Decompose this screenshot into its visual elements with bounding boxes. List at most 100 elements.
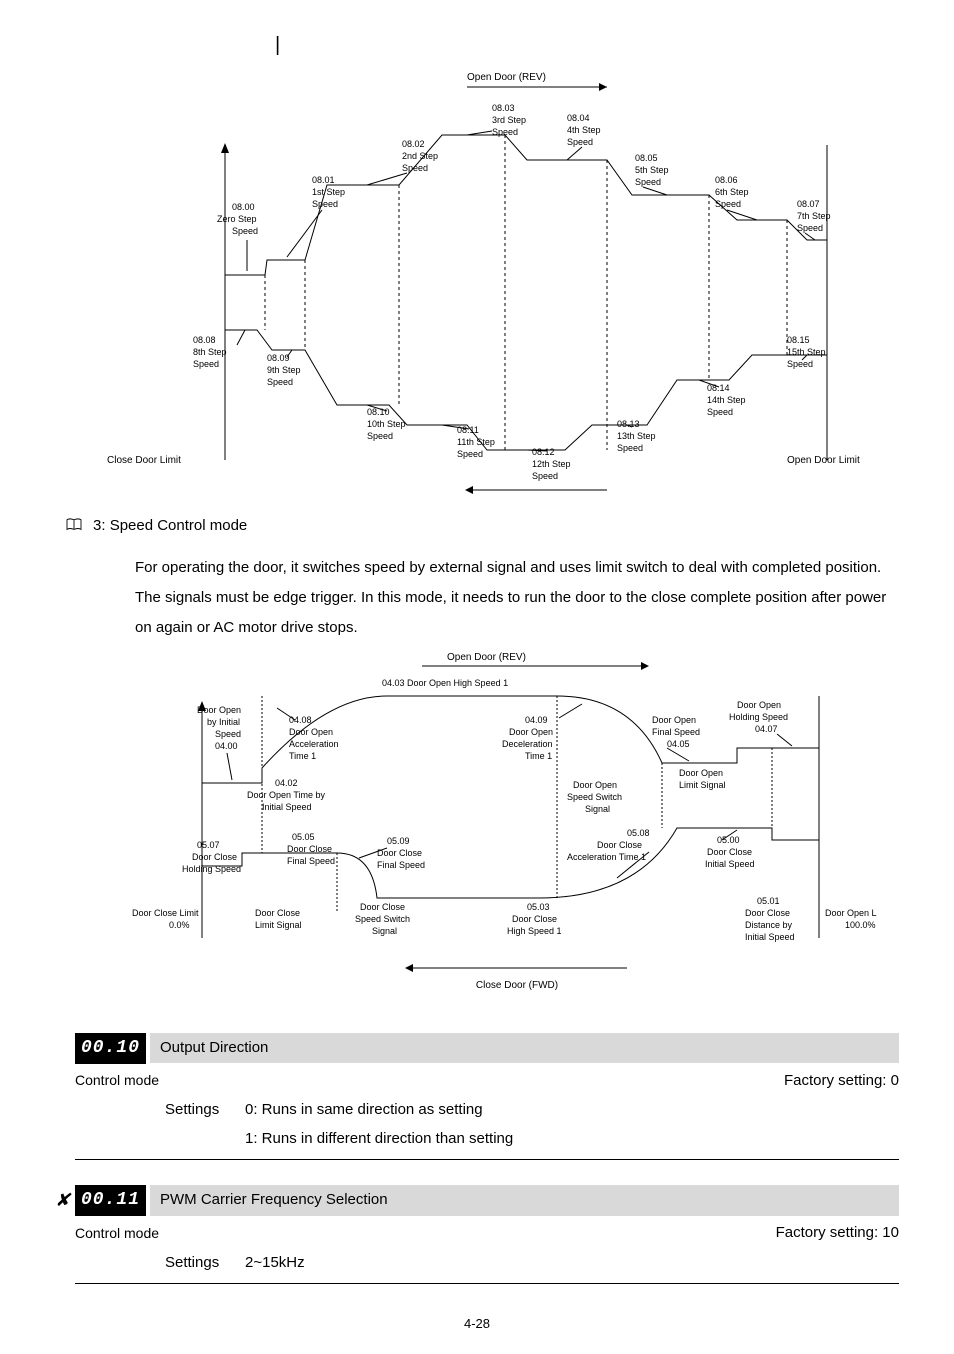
svg-text:Door Open Limit: Door Open Limit bbox=[825, 908, 877, 918]
svg-text:Door Close: Door Close bbox=[360, 902, 405, 912]
svg-text:5th Step: 5th Step bbox=[635, 165, 669, 175]
svg-text:3rd Step: 3rd Step bbox=[492, 115, 526, 125]
svg-text:08.03: 08.03 bbox=[492, 103, 515, 113]
svg-text:08.02: 08.02 bbox=[402, 139, 425, 149]
param-title: Output Direction bbox=[150, 1033, 899, 1064]
svg-text:08.06: 08.06 bbox=[715, 175, 738, 185]
svg-text:Final Speed: Final Speed bbox=[652, 727, 700, 737]
svg-text:2nd Step: 2nd Step bbox=[402, 151, 438, 161]
edit-mark-icon: ✘ bbox=[55, 1187, 69, 1214]
svg-text:Door Close: Door Close bbox=[287, 844, 332, 854]
svg-text:12th Step: 12th Step bbox=[532, 459, 571, 469]
svg-text:Door Open: Door Open bbox=[679, 768, 723, 778]
book-icon bbox=[65, 518, 83, 532]
svg-text:04.02: 04.02 bbox=[275, 778, 298, 788]
svg-text:Speed: Speed bbox=[797, 223, 823, 233]
svg-text:0.0%: 0.0% bbox=[169, 920, 190, 930]
svg-text:Speed: Speed bbox=[492, 127, 518, 137]
svg-text:Speed: Speed bbox=[635, 177, 661, 187]
svg-text:08.11: 08.11 bbox=[457, 425, 479, 435]
svg-text:Close Door (FWD): Close Door (FWD) bbox=[476, 980, 558, 991]
factory-setting: Factory setting: 0 bbox=[784, 1070, 899, 1093]
svg-text:05.09: 05.09 bbox=[387, 836, 410, 846]
svg-text:High Speed 1: High Speed 1 bbox=[507, 926, 562, 936]
svg-text:05.01: 05.01 bbox=[757, 896, 780, 906]
svg-text:04.03 Door Open High Speed 1: 04.03 Door Open High Speed 1 bbox=[382, 678, 508, 688]
svg-text:Speed: Speed bbox=[457, 449, 483, 459]
svg-text:Initial Speed: Initial Speed bbox=[745, 932, 795, 942]
svg-text:08.01: 08.01 bbox=[312, 175, 335, 185]
svg-text:9th Step: 9th Step bbox=[267, 365, 301, 375]
svg-text:Door Close: Door Close bbox=[745, 908, 790, 918]
param-code: 00.11 bbox=[75, 1185, 146, 1216]
svg-text:05.07: 05.07 bbox=[197, 840, 220, 850]
svg-text:08.12: 08.12 bbox=[532, 447, 555, 457]
svg-text:Acceleration Time 1: Acceleration Time 1 bbox=[567, 852, 646, 862]
svg-text:Door Close: Door Close bbox=[707, 847, 752, 857]
svg-text:8th Step: 8th Step bbox=[193, 347, 227, 357]
svg-text:Final Speed: Final Speed bbox=[287, 856, 335, 866]
svg-text:Time 1: Time 1 bbox=[525, 751, 552, 761]
svg-text:Speed Switch: Speed Switch bbox=[355, 914, 410, 924]
svg-text:08.08: 08.08 bbox=[193, 335, 216, 345]
svg-text:10th Step: 10th Step bbox=[367, 419, 406, 429]
svg-text:Zero Step: Zero Step bbox=[217, 214, 257, 224]
svg-text:Door Open: Door Open bbox=[509, 727, 553, 737]
control-mode-label: Control mode bbox=[75, 1223, 159, 1244]
svg-text:Signal: Signal bbox=[372, 926, 397, 936]
svg-text:08.07: 08.07 bbox=[797, 199, 820, 209]
svg-text:Initial Speed: Initial Speed bbox=[705, 859, 755, 869]
svg-text:Speed: Speed bbox=[402, 163, 428, 173]
svg-text:Speed: Speed bbox=[367, 431, 393, 441]
svg-text:Speed: Speed bbox=[232, 226, 258, 236]
svg-text:Speed: Speed bbox=[617, 443, 643, 453]
svg-text:Holding Speed: Holding Speed bbox=[182, 864, 241, 874]
svg-text:Door Open Time by: Door Open Time by bbox=[247, 790, 326, 800]
svg-text:08.05: 08.05 bbox=[635, 153, 658, 163]
svg-text:Door Open: Door Open bbox=[737, 700, 781, 710]
svg-text:100.0%: 100.0% bbox=[845, 920, 876, 930]
svg-text:Speed: Speed bbox=[312, 199, 338, 209]
svg-text:Door Open: Door Open bbox=[573, 780, 617, 790]
svg-text:Initial Speed: Initial Speed bbox=[262, 802, 312, 812]
svg-text:Door Open: Door Open bbox=[652, 715, 696, 725]
svg-text:Door Close: Door Close bbox=[192, 852, 237, 862]
svg-text:Door Open: Door Open bbox=[289, 727, 333, 737]
svg-text:Acceleration: Acceleration bbox=[289, 739, 339, 749]
svg-text:Speed: Speed bbox=[215, 729, 241, 739]
svg-text:Open Door (REV): Open Door (REV) bbox=[447, 652, 526, 663]
svg-text:11th Step: 11th Step bbox=[457, 437, 495, 447]
open-door-rev-label: Open Door (REV) bbox=[467, 72, 546, 83]
control-mode-label: Control mode bbox=[75, 1070, 159, 1091]
setting-option: 1: Runs in different direction than sett… bbox=[245, 1128, 899, 1151]
svg-text:08.09: 08.09 bbox=[267, 353, 290, 363]
svg-text:Speed: Speed bbox=[715, 199, 741, 209]
svg-text:Speed: Speed bbox=[787, 359, 813, 369]
svg-text:Limit Signal: Limit Signal bbox=[255, 920, 302, 930]
svg-text:04.00: 04.00 bbox=[215, 741, 238, 751]
svg-text:Time 1: Time 1 bbox=[289, 751, 316, 761]
top-mark: | bbox=[275, 30, 899, 60]
diagram-speed-control: Open Door (REV) 04.03 Door Open High Spe… bbox=[55, 648, 899, 1008]
svg-text:04.09: 04.09 bbox=[525, 715, 548, 725]
svg-text:Signal: Signal bbox=[585, 804, 610, 814]
svg-text:13th Step: 13th Step bbox=[617, 431, 656, 441]
svg-text:05.05: 05.05 bbox=[292, 832, 315, 842]
setting-option: 2~15kHz bbox=[245, 1252, 899, 1275]
svg-text:Door Close: Door Close bbox=[512, 914, 557, 924]
svg-text:08.15: 08.15 bbox=[787, 335, 810, 345]
note-description: For operating the door, it switches spee… bbox=[135, 553, 899, 643]
settings-label: Settings bbox=[165, 1252, 245, 1275]
svg-text:08.04: 08.04 bbox=[567, 113, 590, 123]
page-number: 4-28 bbox=[55, 1314, 899, 1334]
svg-text:Door Open: Door Open bbox=[197, 705, 241, 715]
svg-text:Speed: Speed bbox=[532, 471, 558, 481]
param-00-11: ✘ 00.11 PWM Carrier Frequency Selection … bbox=[55, 1185, 899, 1284]
svg-text:Final Speed: Final Speed bbox=[377, 860, 425, 870]
setting-option: 0: Runs in same direction as setting bbox=[245, 1099, 899, 1122]
svg-text:Open Door Limit: Open Door Limit bbox=[787, 455, 860, 466]
svg-text:Deceleration: Deceleration bbox=[502, 739, 553, 749]
svg-text:08.00: 08.00 bbox=[232, 202, 255, 212]
param-title: PWM Carrier Frequency Selection bbox=[150, 1185, 899, 1216]
svg-text:05.00: 05.00 bbox=[717, 835, 740, 845]
